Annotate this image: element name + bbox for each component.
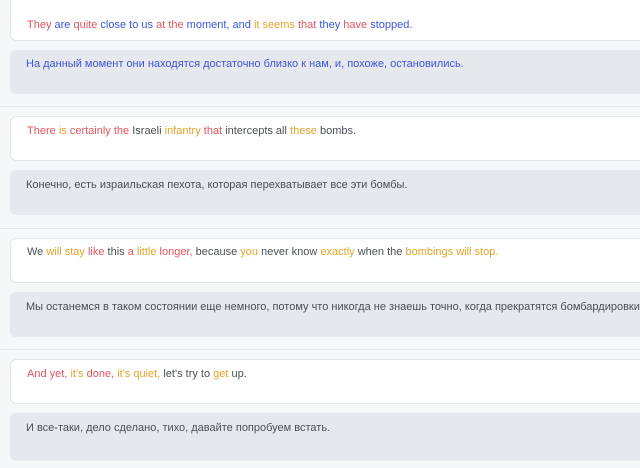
block-divider-2 <box>0 228 640 229</box>
word[interactable]: have <box>343 19 367 31</box>
word[interactable]: it's <box>70 368 83 380</box>
english-sentence-box-2[interactable]: There is certainly the Israeli infantry … <box>10 116 640 161</box>
word[interactable]: never know <box>261 246 317 258</box>
russian-translation-3: Мы останемся в таком состоянии еще немно… <box>26 301 640 313</box>
word[interactable]: longer, <box>160 246 193 258</box>
word[interactable]: yet, <box>50 368 68 380</box>
word[interactable]: exactly <box>320 246 354 258</box>
russian-translation-box-1: На данный момент они находятся достаточн… <box>10 50 640 94</box>
word[interactable]: these <box>290 125 317 137</box>
english-sentence-box-3[interactable]: We will stay like this a little longer, … <box>10 238 640 283</box>
russian-translation-box-4: И все-таки, дело сделано, тихо, давайте … <box>10 413 640 461</box>
word[interactable]: will stop. <box>456 246 498 258</box>
russian-translation-box-2: Конечно, есть израильская пехота, котора… <box>10 170 640 215</box>
word[interactable]: it seems <box>254 19 295 31</box>
word[interactable]: intercepts all <box>225 125 287 137</box>
word[interactable]: at the <box>156 19 184 31</box>
word[interactable]: They <box>27 19 51 31</box>
word[interactable]: moment, <box>187 19 230 31</box>
word[interactable]: you <box>240 246 258 258</box>
word[interactable]: close to us <box>100 19 153 31</box>
russian-translation-2: Конечно, есть израильская пехота, котора… <box>26 179 408 191</box>
english-sentence-2: There is certainly the Israeli infantry … <box>27 125 356 137</box>
russian-translation-box-3: Мы останемся в таком состоянии еще немно… <box>10 292 640 337</box>
block-divider-1 <box>0 106 640 107</box>
word[interactable]: stopped. <box>370 19 412 31</box>
word[interactable]: are <box>55 19 71 31</box>
word[interactable]: We <box>27 246 43 258</box>
word[interactable]: done, <box>87 368 115 380</box>
word[interactable]: the <box>114 125 129 137</box>
word[interactable]: infantry <box>165 125 201 137</box>
word[interactable]: that <box>298 19 316 31</box>
english-sentence-box-1[interactable]: They are quite close to us at the moment… <box>10 0 640 41</box>
word[interactable]: quiet, <box>133 368 160 380</box>
word[interactable]: this <box>108 246 125 258</box>
word[interactable]: that <box>204 125 222 137</box>
english-sentence-box-4[interactable]: And yet, it's done, it's quiet, let's tr… <box>10 359 640 404</box>
english-sentence-1: They are quite close to us at the moment… <box>27 19 412 31</box>
russian-translation-4: И все-таки, дело сделано, тихо, давайте … <box>26 422 331 434</box>
word[interactable]: it's <box>117 368 130 380</box>
word[interactable]: will stay <box>46 246 85 258</box>
word[interactable]: certainly <box>70 125 111 137</box>
word[interactable]: There <box>27 125 56 137</box>
word[interactable]: quite <box>74 19 98 31</box>
word[interactable]: they <box>319 19 340 31</box>
english-sentence-3: We will stay like this a little longer, … <box>27 246 498 258</box>
word[interactable]: And <box>27 368 47 380</box>
russian-translation-1: На данный момент они находятся достаточн… <box>26 58 464 70</box>
english-sentence-4: And yet, it's done, it's quiet, let's tr… <box>27 368 247 380</box>
word[interactable]: up. <box>232 368 247 380</box>
word[interactable]: get <box>213 368 228 380</box>
word[interactable]: bombings <box>405 246 453 258</box>
word[interactable]: is <box>59 125 67 137</box>
word[interactable]: like <box>88 246 105 258</box>
word[interactable]: when the <box>358 246 403 258</box>
word[interactable]: bombs. <box>320 125 356 137</box>
word[interactable]: little <box>137 246 157 258</box>
block-divider-3 <box>0 349 640 350</box>
word[interactable]: Israeli <box>132 125 161 137</box>
word[interactable]: because <box>196 246 238 258</box>
word[interactable]: let's try to <box>163 368 210 380</box>
word[interactable]: and <box>233 19 251 31</box>
